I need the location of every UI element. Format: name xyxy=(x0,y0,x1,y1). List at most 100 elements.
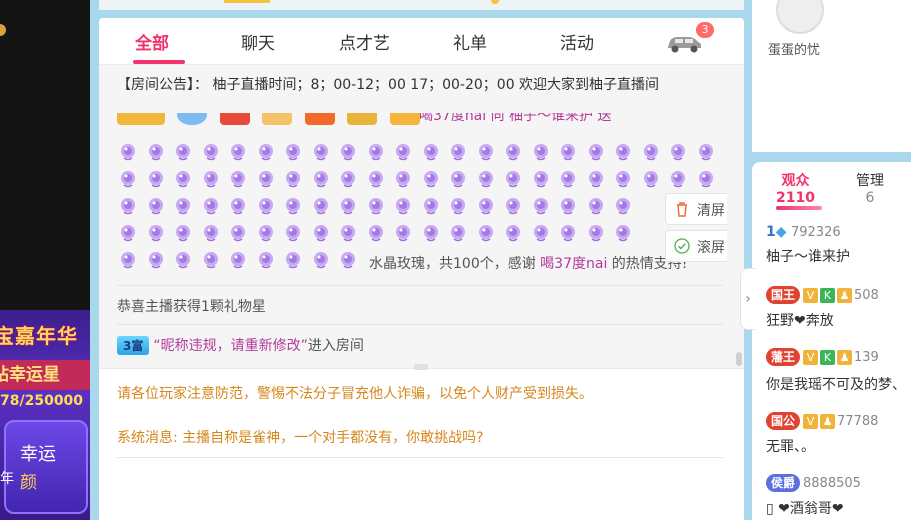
gift-thanks-pre: 水晶玫瑰，共100个，感谢 xyxy=(369,256,541,272)
top-decor-dot xyxy=(491,0,499,4)
collapse-handle[interactable] xyxy=(414,364,428,370)
tab-activity[interactable]: 活动 xyxy=(560,29,594,54)
blue-medal-icon xyxy=(177,113,208,125)
crystal-rose-icon xyxy=(286,198,300,215)
crystal-rose-icon xyxy=(148,144,163,161)
list-item[interactable]: 国公 V ♟ 77788 xyxy=(766,412,878,430)
crystal-rose-icon xyxy=(616,171,630,188)
crystal-rose-icon xyxy=(313,252,328,269)
crystal-rose-icon xyxy=(533,198,548,215)
user-name[interactable]: 狂野❤奔放 xyxy=(766,310,834,330)
user-name[interactable]: 你是我瑶不可及的梦、 xyxy=(766,374,906,394)
promo-title: 宝嘉年华 xyxy=(0,324,78,348)
red-medal-icon xyxy=(219,113,250,125)
clear-screen-label: 清屏 xyxy=(697,203,725,219)
system-area: 请各位玩家注意防范，警惕不法分子冒充他人诈骗，以免个人财产受到损失。 系统消息:… xyxy=(99,368,744,520)
crystal-rose-icon xyxy=(423,225,438,242)
tab-manage-count: 6 xyxy=(865,190,875,206)
vip-icon: V xyxy=(803,413,819,429)
crystal-rose-icon xyxy=(121,171,135,188)
promo-card-side: 年 xyxy=(0,471,14,487)
list-item[interactable]: 1◆ 792326 xyxy=(766,224,841,240)
vip-icon: V xyxy=(803,349,819,365)
tab-audience-label: 观众 xyxy=(781,173,810,189)
top-decor xyxy=(224,0,270,3)
wing-medal-icon xyxy=(262,113,293,125)
list-item[interactable]: 藩王 V K ♟ 139 xyxy=(766,348,879,366)
car-badge: 3 xyxy=(696,22,714,38)
noble-title-badge: 国公 xyxy=(766,412,801,430)
group-icon: ♟ xyxy=(837,287,853,303)
active-tab-underline xyxy=(776,206,822,210)
tab-manage[interactable]: 管理 6 xyxy=(856,170,884,206)
crystal-rose-icon xyxy=(176,252,190,269)
user-name[interactable]: 柚子～谁来护 xyxy=(766,246,850,266)
crystal-rose-icon xyxy=(258,144,273,161)
vip-icon: V xyxy=(803,287,819,303)
crystal-rose-icon xyxy=(368,144,383,161)
list-item[interactable]: 侯爵 8888505 xyxy=(766,474,861,492)
promo-card[interactable]: 幸运 年 颜 xyxy=(0,420,88,514)
promo-banner[interactable]: 宝嘉年华 站幸运星 78/250000 幸运 年 颜 xyxy=(0,310,90,520)
room-notice: 【房间公告】： 柚子直播时间；8；00-12；00 17；00-20；00 欢迎… xyxy=(117,77,660,93)
tab-gift-list[interactable]: 礼单 xyxy=(453,29,487,54)
orange-medal-icon xyxy=(304,113,335,125)
crystal-rose-icon xyxy=(121,225,135,242)
check-circle-icon xyxy=(674,238,690,254)
crystal-rose-icon xyxy=(561,225,575,242)
tab-audience[interactable]: 观众 2110 xyxy=(776,170,815,206)
crystal-rose-icon xyxy=(588,225,603,242)
crystal-rose-icon xyxy=(148,171,163,188)
crystal-rose-icon xyxy=(148,198,163,215)
crystal-rose-icon xyxy=(231,252,245,269)
star-message: 恭喜主播获得1颗礼物星 xyxy=(117,285,723,316)
chat-tabs: 全部 聊天 点才艺 礼单 活动 3 xyxy=(99,18,744,65)
user-id: 508 xyxy=(854,288,879,303)
crystal-rose-icon xyxy=(506,225,520,242)
indicator-dot xyxy=(0,24,6,36)
clear-screen-button[interactable]: 清屏 xyxy=(665,193,727,225)
chevron-right-icon[interactable]: › xyxy=(740,268,755,330)
crystal-rose-icon xyxy=(313,144,328,161)
crystal-rose-icon xyxy=(121,198,135,215)
left-video-strip: 宝嘉年华 站幸运星 78/250000 幸运 年 颜 xyxy=(0,0,90,520)
crystal-rose-icon xyxy=(313,198,328,215)
crystal-rose-icon xyxy=(396,171,410,188)
divider xyxy=(117,457,723,458)
entering-user-name[interactable]: “昵称违规，请重新修改” xyxy=(153,338,308,354)
crystal-rose-icon xyxy=(148,252,163,269)
crystal-rose-icon xyxy=(203,171,218,188)
gift-sender-name[interactable]: 喝37度nai xyxy=(540,256,607,272)
noble-title-badge: 侯爵 xyxy=(766,474,801,492)
anchor-card: 蛋蛋的忧 xyxy=(752,0,911,152)
crystal-rose-icon xyxy=(671,171,685,188)
crystal-rose-icon xyxy=(396,144,410,161)
crystal-rose-icon xyxy=(258,252,273,269)
user-name[interactable]: ▯ ❤酒翁哥❤ xyxy=(766,498,844,518)
user-name[interactable]: 无罪、。 xyxy=(766,436,815,456)
scroll-screen-button[interactable]: 滚屏 xyxy=(665,230,727,262)
crystal-rose-icon xyxy=(478,171,493,188)
tab-chat[interactable]: 聊天 xyxy=(241,29,275,54)
crystal-rose-icon xyxy=(478,198,493,215)
crystal-rose-icon xyxy=(588,198,603,215)
crystal-rose-icon xyxy=(698,144,713,161)
crystal-rose-icon xyxy=(258,198,273,215)
crystal-rose-icon xyxy=(643,144,658,161)
crystal-rose-icon xyxy=(423,198,438,215)
tab-talent[interactable]: 点才艺 xyxy=(339,29,390,54)
fraud-warning: 请各位玩家注意防范，警惕不法分子冒充他人诈骗，以免个人财产受到损失。 xyxy=(117,386,593,402)
crystal-rose-icon xyxy=(313,171,328,188)
avatar[interactable] xyxy=(776,0,824,34)
crystal-rose-icon xyxy=(451,225,465,242)
rank-number: 1 xyxy=(766,224,776,240)
crystal-rose-icon xyxy=(286,225,300,242)
crystal-rose-icon xyxy=(368,198,383,215)
list-item[interactable]: 国王 V K ♟ 508 xyxy=(766,286,879,304)
tab-manage-label: 管理 xyxy=(856,173,884,189)
crystal-rose-icon xyxy=(341,144,355,161)
crystal-rose-icon xyxy=(176,198,190,215)
anchor-name[interactable]: 蛋蛋的忧 xyxy=(768,39,820,58)
scrollbar[interactable] xyxy=(736,352,742,366)
tab-all[interactable]: 全部 xyxy=(135,29,169,54)
